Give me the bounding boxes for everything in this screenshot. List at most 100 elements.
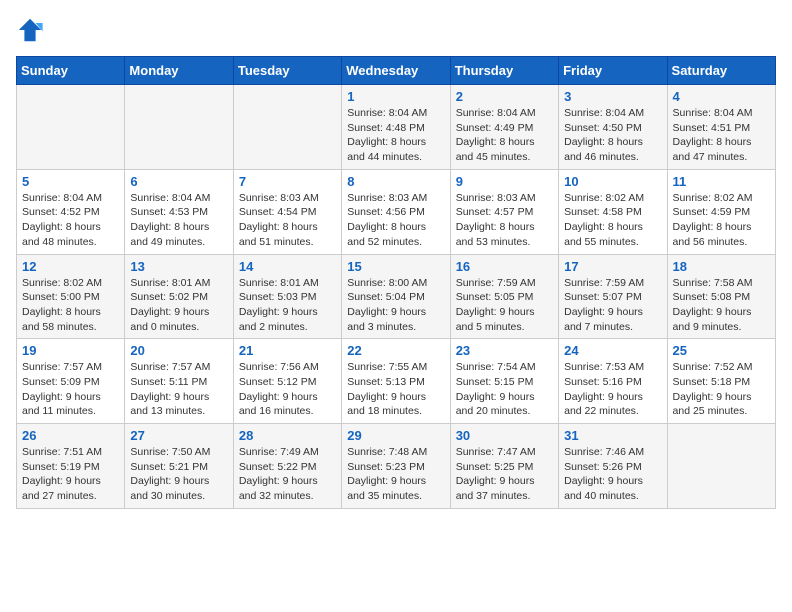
page-header (16, 16, 776, 44)
day-number: 5 (22, 174, 119, 189)
calendar-cell: 18Sunrise: 7:58 AM Sunset: 5:08 PM Dayli… (667, 254, 775, 339)
day-number: 26 (22, 428, 119, 443)
day-info: Sunrise: 7:49 AM Sunset: 5:22 PM Dayligh… (239, 445, 336, 504)
day-info: Sunrise: 8:03 AM Sunset: 4:54 PM Dayligh… (239, 191, 336, 250)
day-number: 12 (22, 259, 119, 274)
calendar-cell: 22 Sunrise: 7:55 AM Sunset: 5:13 PM Dayli… (342, 339, 450, 424)
calendar-cell: 2 Sunrise: 8:04 AM Sunset: 4:49 PM Daylig… (450, 85, 558, 170)
day-number: 8 (347, 174, 444, 189)
calendar-cell: 10 Sunrise: 8:02 AM Sunset: 4:58 PM Dayli… (559, 169, 667, 254)
day-number: 21 (239, 343, 336, 358)
col-header-saturday: Saturday (667, 57, 775, 85)
day-info: Sunrise: 8:00 AM Sunset: 5:04 PM Dayligh… (347, 276, 444, 335)
calendar-cell: 25 Sunrise: 7:52 AM Sunset: 5:18 PM Dayli… (667, 339, 775, 424)
calendar-cell: 17 Sunrise: 7:59 AM Sunset: 5:07 PM Dayli… (559, 254, 667, 339)
calendar-cell: 21 Sunrise: 7:56 AM Sunset: 5:12 PM Dayli… (233, 339, 341, 424)
day-info: Sunrise: 7:57 AM Sunset: 5:09 PM Dayligh… (22, 360, 119, 419)
day-info: Sunrise: 7:58 AM Sunset: 5:08 PM Dayligh… (673, 276, 770, 335)
day-number: 15 (347, 259, 444, 274)
calendar-cell: 23 Sunrise: 7:54 AM Sunset: 5:15 PM Dayli… (450, 339, 558, 424)
calendar-cell: 9 Sunrise: 8:03 AM Sunset: 4:57 PM Daylig… (450, 169, 558, 254)
calendar-cell (233, 85, 341, 170)
day-info: Sunrise: 7:53 AM Sunset: 5:16 PM Dayligh… (564, 360, 661, 419)
day-number: 31 (564, 428, 661, 443)
day-number: 22 (347, 343, 444, 358)
calendar-cell: 28 Sunrise: 7:49 AM Sunset: 5:22 PM Dayli… (233, 424, 341, 509)
day-number: 6 (130, 174, 227, 189)
calendar-cell (667, 424, 775, 509)
day-number: 14 (239, 259, 336, 274)
day-info: Sunrise: 7:59 AM Sunset: 5:07 PM Dayligh… (564, 276, 661, 335)
calendar-cell: 11 Sunrise: 8:02 AM Sunset: 4:59 PM Dayli… (667, 169, 775, 254)
day-number: 27 (130, 428, 227, 443)
calendar-cell: 26 Sunrise: 7:51 AM Sunset: 5:19 PM Dayli… (17, 424, 125, 509)
day-info: Sunrise: 7:46 AM Sunset: 5:26 PM Dayligh… (564, 445, 661, 504)
calendar-cell: 13 Sunrise: 8:01 AM Sunset: 5:02 PM Dayli… (125, 254, 233, 339)
day-number: 20 (130, 343, 227, 358)
day-info: Sunrise: 8:04 AM Sunset: 4:53 PM Dayligh… (130, 191, 227, 250)
calendar-cell: 4Sunrise: 8:04 AM Sunset: 4:51 PM Daylig… (667, 85, 775, 170)
day-info: Sunrise: 8:04 AM Sunset: 4:51 PM Dayligh… (673, 106, 770, 165)
col-header-thursday: Thursday (450, 57, 558, 85)
day-number: 28 (239, 428, 336, 443)
calendar-cell (125, 85, 233, 170)
calendar-cell: 7 Sunrise: 8:03 AM Sunset: 4:54 PM Daylig… (233, 169, 341, 254)
calendar-cell: 24 Sunrise: 7:53 AM Sunset: 5:16 PM Dayli… (559, 339, 667, 424)
calendar-cell: 14 Sunrise: 8:01 AM Sunset: 5:03 PM Dayli… (233, 254, 341, 339)
day-number: 9 (456, 174, 553, 189)
day-number: 17 (564, 259, 661, 274)
col-header-monday: Monday (125, 57, 233, 85)
calendar-table: SundayMondayTuesdayWednesdayThursdayFrid… (16, 56, 776, 509)
col-header-friday: Friday (559, 57, 667, 85)
calendar-cell: 15 Sunrise: 8:00 AM Sunset: 5:04 PM Dayli… (342, 254, 450, 339)
day-info: Sunrise: 8:04 AM Sunset: 4:50 PM Dayligh… (564, 106, 661, 165)
calendar-cell: 3 Sunrise: 8:04 AM Sunset: 4:50 PM Daylig… (559, 85, 667, 170)
calendar-cell: 1 Sunrise: 8:04 AM Sunset: 4:48 PM Daylig… (342, 85, 450, 170)
day-number: 24 (564, 343, 661, 358)
day-info: Sunrise: 8:02 AM Sunset: 5:00 PM Dayligh… (22, 276, 119, 335)
calendar-cell: 31 Sunrise: 7:46 AM Sunset: 5:26 PM Dayli… (559, 424, 667, 509)
col-header-sunday: Sunday (17, 57, 125, 85)
day-info: Sunrise: 7:56 AM Sunset: 5:12 PM Dayligh… (239, 360, 336, 419)
calendar-cell: 20 Sunrise: 7:57 AM Sunset: 5:11 PM Dayli… (125, 339, 233, 424)
day-number: 19 (22, 343, 119, 358)
day-number: 25 (673, 343, 770, 358)
logo (16, 16, 48, 44)
day-number: 10 (564, 174, 661, 189)
day-info: Sunrise: 7:52 AM Sunset: 5:18 PM Dayligh… (673, 360, 770, 419)
day-info: Sunrise: 8:04 AM Sunset: 4:48 PM Dayligh… (347, 106, 444, 165)
day-info: Sunrise: 8:02 AM Sunset: 4:59 PM Dayligh… (673, 191, 770, 250)
day-number: 11 (673, 174, 770, 189)
day-info: Sunrise: 7:48 AM Sunset: 5:23 PM Dayligh… (347, 445, 444, 504)
day-info: Sunrise: 7:54 AM Sunset: 5:15 PM Dayligh… (456, 360, 553, 419)
day-number: 3 (564, 89, 661, 104)
calendar-cell: 19 Sunrise: 7:57 AM Sunset: 5:09 PM Dayli… (17, 339, 125, 424)
calendar-cell: 29Sunrise: 7:48 AM Sunset: 5:23 PM Dayli… (342, 424, 450, 509)
day-info: Sunrise: 7:47 AM Sunset: 5:25 PM Dayligh… (456, 445, 553, 504)
day-info: Sunrise: 8:02 AM Sunset: 4:58 PM Dayligh… (564, 191, 661, 250)
day-number: 23 (456, 343, 553, 358)
day-number: 1 (347, 89, 444, 104)
day-info: Sunrise: 8:03 AM Sunset: 4:56 PM Dayligh… (347, 191, 444, 250)
day-info: Sunrise: 7:50 AM Sunset: 5:21 PM Dayligh… (130, 445, 227, 504)
day-info: Sunrise: 8:03 AM Sunset: 4:57 PM Dayligh… (456, 191, 553, 250)
day-info: Sunrise: 8:01 AM Sunset: 5:03 PM Dayligh… (239, 276, 336, 335)
logo-icon (16, 16, 44, 44)
day-number: 16 (456, 259, 553, 274)
day-number: 7 (239, 174, 336, 189)
calendar-cell: 8 Sunrise: 8:03 AM Sunset: 4:56 PM Daylig… (342, 169, 450, 254)
day-info: Sunrise: 8:04 AM Sunset: 4:52 PM Dayligh… (22, 191, 119, 250)
day-number: 2 (456, 89, 553, 104)
day-info: Sunrise: 8:04 AM Sunset: 4:49 PM Dayligh… (456, 106, 553, 165)
day-info: Sunrise: 7:55 AM Sunset: 5:13 PM Dayligh… (347, 360, 444, 419)
day-number: 13 (130, 259, 227, 274)
calendar-cell (17, 85, 125, 170)
calendar-cell: 30Sunrise: 7:47 AM Sunset: 5:25 PM Dayli… (450, 424, 558, 509)
calendar-cell: 6 Sunrise: 8:04 AM Sunset: 4:53 PM Daylig… (125, 169, 233, 254)
col-header-tuesday: Tuesday (233, 57, 341, 85)
day-info: Sunrise: 7:51 AM Sunset: 5:19 PM Dayligh… (22, 445, 119, 504)
day-info: Sunrise: 8:01 AM Sunset: 5:02 PM Dayligh… (130, 276, 227, 335)
day-info: Sunrise: 7:59 AM Sunset: 5:05 PM Dayligh… (456, 276, 553, 335)
day-info: Sunrise: 7:57 AM Sunset: 5:11 PM Dayligh… (130, 360, 227, 419)
col-header-wednesday: Wednesday (342, 57, 450, 85)
